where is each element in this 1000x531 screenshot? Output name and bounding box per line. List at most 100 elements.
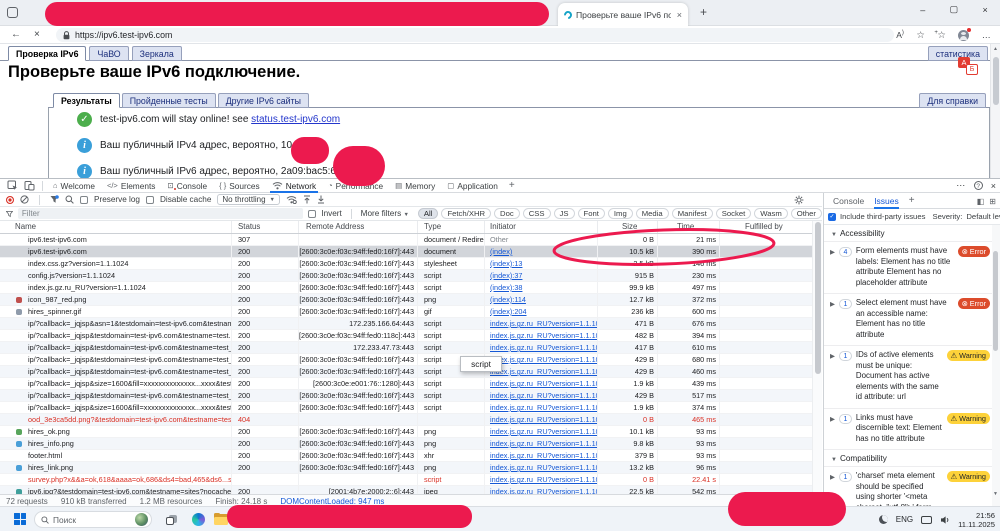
scroll-up-arrow[interactable]: ▲ — [993, 46, 998, 52]
device-toolbar-icon[interactable] — [24, 180, 35, 191]
issues-section-header[interactable]: ▼Compatibility — [824, 450, 993, 467]
results-tab[interactable]: Пройденные тесты — [122, 93, 216, 108]
network-request-row[interactable]: ip/?callback=_jqjsp&size=1600&fill=xxxxx… — [0, 378, 812, 390]
scrollbar-thumb[interactable] — [815, 222, 821, 374]
site-nav-tab[interactable]: Зеркала — [132, 46, 182, 61]
devtools-tab-application[interactable]: ▢Application — [441, 179, 504, 193]
network-request-row[interactable]: ip/?callback=_jqjsp&asn=1&testdomain=tes… — [0, 318, 812, 330]
filter-chip[interactable]: All — [418, 208, 439, 219]
window-minimize-button[interactable]: – — [920, 5, 925, 15]
initiator-link[interactable]: index.js.gz.ru_RU?version=1.1.1024:220 — [490, 391, 598, 400]
filter-icon[interactable] — [50, 195, 59, 204]
filter-chip[interactable]: Other — [791, 208, 822, 219]
issue-item[interactable]: ▶4Form elements must have labels: Elemen… — [824, 242, 993, 294]
devtools-more-tabs-button[interactable]: + — [504, 180, 520, 191]
network-request-row[interactable]: survey.php?x&&a=ok,618&aaaa=ok,686&ds4=b… — [0, 474, 812, 486]
devtools-tab-network[interactable]: Network — [266, 179, 322, 193]
initiator-link[interactable]: index.js.gz.ru_RU?version=1.1.1024:220 — [490, 331, 598, 340]
results-tab-help[interactable]: Для справки — [919, 93, 986, 108]
network-settings-gear-icon[interactable] — [794, 195, 804, 205]
initiator-link[interactable]: index.js.gz.ru_RU?version=1.1.1024:220 — [490, 379, 598, 388]
initiator-link[interactable]: index.js.gz.ru_RU?version=1.1.1024:220 — [490, 403, 598, 412]
devtools-tab-welcome[interactable]: ⌂Welcome — [47, 179, 101, 193]
initiator-link[interactable]: (index):114 — [490, 295, 526, 304]
page-scrollbar[interactable]: ▲ — [990, 44, 1000, 178]
initiator-link[interactable]: index.js.gz.ru_RU?version=1.1.1024:57. — [490, 451, 598, 460]
results-tab[interactable]: Результаты — [53, 93, 120, 108]
network-conditions-icon[interactable] — [286, 195, 297, 204]
initiator-link[interactable]: index.js.gz.ru_RU?version=1.1.1024:56. — [490, 463, 598, 472]
network-request-row[interactable]: ood_3e3ca5dd.png?&testdomain=test-ipv6.c… — [0, 414, 812, 426]
window-close-button[interactable]: × — [983, 5, 988, 15]
filter-chip[interactable]: CSS — [523, 208, 551, 219]
results-tab[interactable]: Другие IPv6 сайты — [218, 93, 309, 108]
import-har-icon[interactable] — [303, 195, 311, 204]
network-request-row[interactable]: hires_info.png200[2600:3c0e:f03c:94ff:fe… — [0, 438, 812, 450]
inspect-element-icon[interactable] — [7, 180, 18, 191]
issues-section-header[interactable]: ▼Accessibility — [824, 225, 993, 242]
initiator-link[interactable]: (index):13 — [490, 259, 522, 268]
issues-scrollbar[interactable]: ▼ — [992, 225, 1000, 507]
filter-chip[interactable]: Socket — [716, 208, 752, 219]
issue-item[interactable]: ▶1Select element must have an accessible… — [824, 294, 993, 346]
filter-chip[interactable]: Img — [608, 208, 633, 219]
read-aloud-icon[interactable]: A) — [896, 30, 904, 40]
initiator-link[interactable]: (index):204 — [490, 307, 527, 316]
devtools-tab-memory[interactable]: ▤Memory — [389, 179, 441, 193]
network-request-row[interactable]: footer.html200[2600:3c0e:f03c:94ff:fed0:… — [0, 450, 812, 462]
search-network-icon[interactable] — [65, 195, 74, 204]
export-har-icon[interactable] — [317, 195, 325, 204]
browser-menu-icon[interactable]: … — [982, 30, 992, 40]
network-table-scrollbar[interactable] — [812, 221, 822, 494]
address-bar[interactable]: https://ipv6.test-ipv6.com — [56, 28, 894, 42]
initiator-link[interactable]: (index):37 — [490, 271, 522, 280]
tab-close-icon[interactable]: × — [675, 10, 682, 20]
taskbar-search-box[interactable]: Поиск — [34, 511, 152, 528]
issue-expander-icon[interactable]: ▶ — [830, 300, 835, 308]
expand-panel-icon[interactable]: ⊞ — [989, 197, 996, 206]
issue-expander-icon[interactable]: ▶ — [830, 473, 835, 481]
filter-chip[interactable]: Doc — [494, 208, 520, 219]
network-tray-icon[interactable] — [921, 516, 932, 524]
dock-panel-icon[interactable]: ◧ — [977, 197, 985, 206]
network-request-row[interactable]: hires_link.png200[2600:3c0e:f03c:94ff:fe… — [0, 462, 812, 474]
disable-cache-checkbox[interactable] — [146, 196, 154, 204]
devtools-tab-sources[interactable]: { }Sources — [213, 179, 266, 193]
language-indicator[interactable]: ENG — [896, 515, 913, 524]
column-header[interactable]: Type — [418, 221, 485, 233]
initiator-link[interactable]: index.js.gz.ru_RU?version=1.1.1024:220 — [490, 367, 598, 376]
column-header[interactable]: Status — [232, 221, 299, 233]
devtools-close-icon[interactable]: × — [991, 181, 996, 191]
tab-console[interactable]: Console — [833, 193, 864, 209]
clear-network-log-icon[interactable] — [20, 195, 29, 204]
initiator-link[interactable]: index.js.gz.ru_RU?version=1.1.1024:220 — [490, 343, 598, 352]
browser-tab[interactable]: Проверьте ваше IPv6 подключ × — [558, 3, 688, 26]
include-third-party-checkbox[interactable]: ✓ — [828, 213, 836, 221]
initiator-link[interactable]: index.js.gz.ru_RU?version=1.1.1024:220 — [490, 355, 598, 364]
filter-chip[interactable]: Font — [578, 208, 605, 219]
network-request-row[interactable]: ipv6.jpg?&testdomain=test-ipv6.com&testn… — [0, 486, 812, 494]
network-request-row[interactable]: ip/?callback=_jqjsp&testdomain=test-ipv6… — [0, 354, 812, 366]
file-explorer-button[interactable] — [214, 514, 228, 525]
tab-actions-icon[interactable] — [7, 7, 18, 18]
devtools-menu-icon[interactable]: ⋯ — [956, 180, 966, 191]
initiator-link[interactable]: index.js.gz.ru_RU?version=1.1.1024:56. — [490, 439, 598, 448]
network-request-row[interactable]: ip/?callback=_jqjsp&testdomain=test-ipv6… — [0, 330, 812, 342]
collections-icon[interactable]: +☆ — [937, 30, 946, 41]
issue-item[interactable]: ▶1Links must have discernible text: Elem… — [824, 409, 993, 451]
taskbar-clock[interactable]: 21:56 11.11.2025 — [958, 511, 995, 529]
network-request-row[interactable]: ip/?callback=_jqjsp&testdomain=test-ipv6… — [0, 366, 812, 378]
devtools-tab-elements[interactable]: </>Elements — [101, 179, 161, 193]
devtools-help-icon[interactable]: ? — [974, 181, 983, 190]
window-restore-button[interactable]: ▢ — [950, 4, 959, 15]
copilot-button[interactable] — [192, 513, 205, 526]
preserve-log-checkbox[interactable] — [80, 196, 88, 204]
initiator-link[interactable]: (index):38 — [490, 283, 522, 292]
network-request-row[interactable]: hires_spinner.gif200[2600:3c0e:f03c:94ff… — [0, 306, 812, 318]
filter-chip[interactable]: Media — [636, 208, 669, 219]
network-request-row[interactable]: config.js?version=1.1.1024200[2600:3c0e:… — [0, 270, 812, 282]
initiator-link[interactable]: index.js.gz.ru_RU?version=1.1.1024:220 — [490, 475, 598, 484]
filter-chip[interactable]: Fetch/XHR — [441, 208, 491, 219]
network-request-row[interactable]: hires_ok.png200[2600:3c0e:f03c:94ff:fed0… — [0, 426, 812, 438]
favorites-star-icon[interactable]: ☆ — [916, 30, 925, 41]
